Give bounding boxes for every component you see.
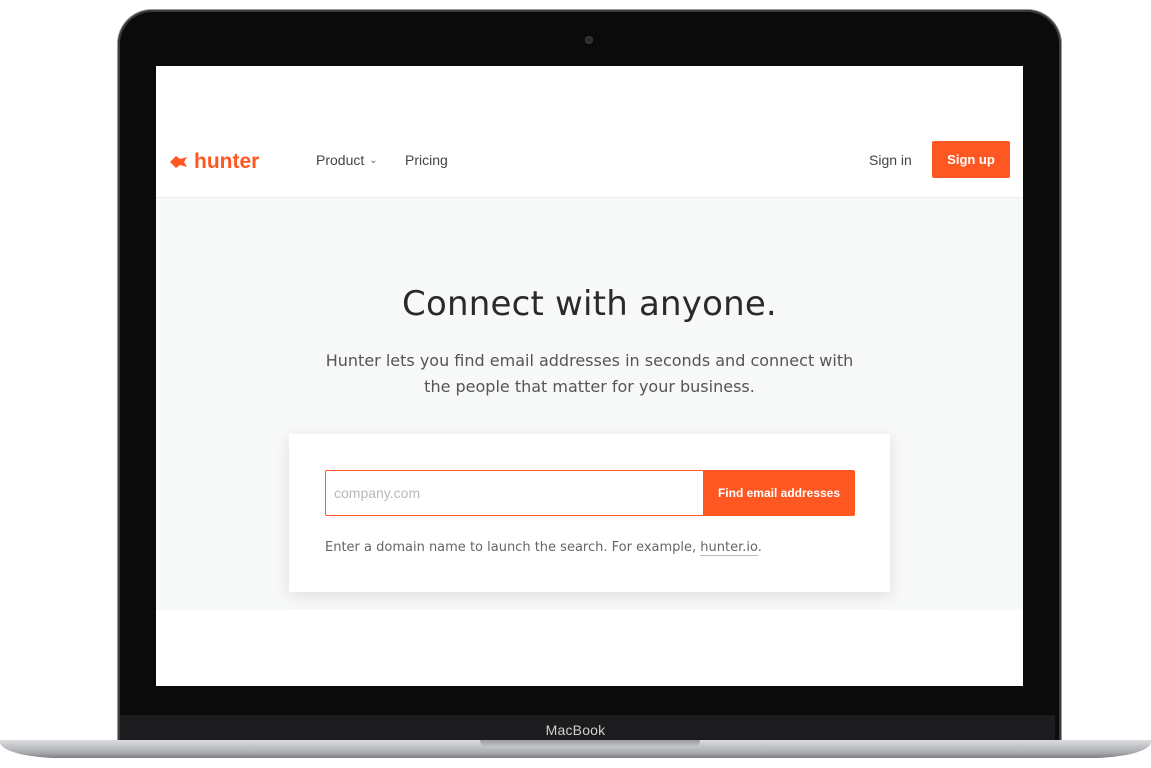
- site-header: hunter Product ⌄ Pricing Sign in Sign up: [156, 137, 1023, 198]
- search-hint-text: Enter a domain name to launch the search…: [325, 540, 697, 555]
- search-hint-end: .: [757, 540, 762, 555]
- domain-search-input[interactable]: [325, 470, 703, 516]
- device-label: MacBook: [545, 722, 606, 738]
- brand-name: hunter: [194, 150, 260, 173]
- nav-product[interactable]: Product ⌄: [316, 152, 378, 168]
- hunter-logo-icon: [170, 156, 187, 168]
- hero-title: Connect with anyone.: [402, 284, 777, 324]
- hero-subtitle: Hunter lets you find email addresses in …: [325, 351, 854, 396]
- chevron-down-icon: ⌄: [369, 154, 378, 166]
- sign-up-button[interactable]: Sign up: [932, 141, 1010, 178]
- browser-viewport: hunter Product ⌄ Pricing Sign in Sign up…: [156, 66, 1023, 686]
- nav-pricing[interactable]: Pricing: [405, 152, 448, 168]
- search-hint: Enter a domain name to launch the search…: [325, 540, 762, 556]
- find-email-addresses-button[interactable]: Find email addresses: [703, 470, 855, 516]
- brand-logo[interactable]: hunter: [170, 147, 259, 177]
- domain-search-card: Find email addresses Enter a domain name…: [289, 434, 890, 592]
- nav-product-label: Product: [316, 152, 365, 168]
- webcam: [586, 37, 592, 43]
- laptop-base-notch: [480, 740, 700, 748]
- example-domain-link[interactable]: hunter.io: [700, 540, 758, 556]
- sign-in-link[interactable]: Sign in: [869, 152, 912, 168]
- hero-section: Connect with anyone. Hunter lets you fin…: [156, 198, 1023, 610]
